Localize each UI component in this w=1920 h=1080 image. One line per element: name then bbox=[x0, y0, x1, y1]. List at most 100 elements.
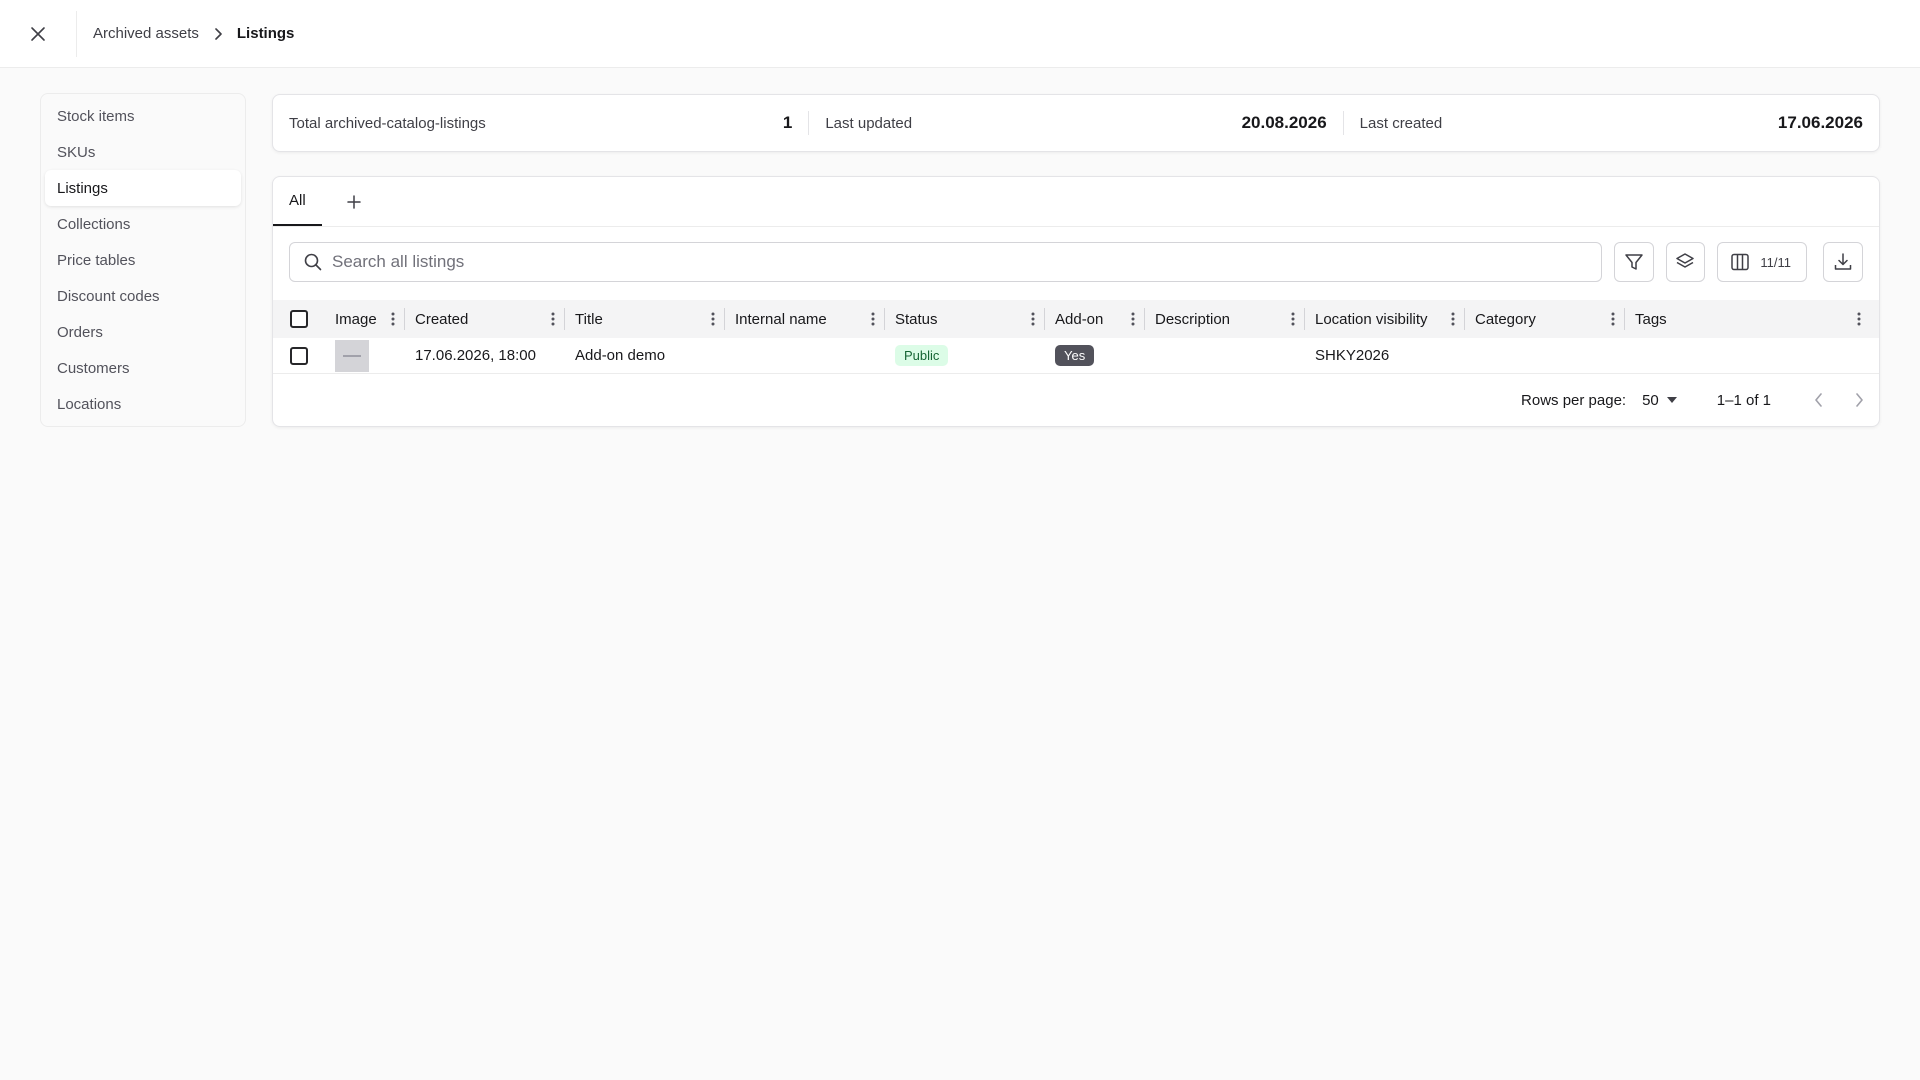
cell-image bbox=[325, 338, 405, 374]
close-button[interactable] bbox=[0, 0, 76, 68]
sidebar-item-listings[interactable]: Listings bbox=[45, 170, 241, 206]
stat-created-label: Last created bbox=[1359, 114, 1443, 132]
filter-button[interactable] bbox=[1613, 242, 1654, 282]
sidebar-item-collections[interactable]: Collections bbox=[45, 206, 241, 242]
stat-last-updated: Last updated 20.08.2026 bbox=[809, 95, 1342, 151]
column-header-label: Location visibility bbox=[1315, 310, 1428, 328]
sidebar-item-price-tables[interactable]: Price tables bbox=[45, 242, 241, 278]
columns-count: 11/11 bbox=[1760, 254, 1791, 270]
rows-per-page-select[interactable]: 50 bbox=[1642, 392, 1677, 409]
column-header-label: Title bbox=[575, 310, 603, 328]
filter-icon bbox=[1624, 254, 1643, 270]
column-header-description[interactable]: Description bbox=[1145, 300, 1305, 338]
more-vertical-icon[interactable] bbox=[1031, 312, 1035, 326]
more-vertical-icon[interactable] bbox=[711, 312, 715, 326]
cell-description bbox=[1145, 338, 1305, 374]
columns-button[interactable]: 11/11 bbox=[1717, 242, 1808, 282]
stat-total: Total archived-catalog-listings 1 bbox=[273, 95, 808, 151]
tab-all[interactable]: All bbox=[273, 177, 322, 226]
column-header-location-visibility[interactable]: Location visibility bbox=[1305, 300, 1465, 338]
stat-updated-label: Last updated bbox=[825, 114, 913, 132]
download-button[interactable] bbox=[1823, 242, 1864, 282]
listing-thumbnail bbox=[335, 339, 369, 372]
columns-icon bbox=[1731, 253, 1750, 271]
more-vertical-icon[interactable] bbox=[1451, 312, 1455, 326]
chevron-right-icon bbox=[213, 27, 223, 40]
previous-page-button[interactable] bbox=[1799, 380, 1839, 420]
breadcrumb-archived-assets[interactable]: Archived assets bbox=[93, 25, 199, 42]
select-all-cell bbox=[273, 310, 325, 328]
more-vertical-icon[interactable] bbox=[1611, 312, 1615, 326]
more-vertical-icon[interactable] bbox=[1131, 312, 1135, 326]
cell-status: Public bbox=[885, 338, 1045, 374]
caret-down-icon bbox=[1666, 397, 1677, 403]
sidebar-item-orders[interactable]: Orders bbox=[45, 314, 241, 350]
stat-updated-value: 20.08.2026 bbox=[1241, 113, 1327, 132]
rows-per-page-label: Rows per page: bbox=[1521, 391, 1627, 409]
cell-title: Add-on demo bbox=[575, 347, 666, 364]
column-header-label: Image bbox=[335, 310, 377, 328]
chevron-right-icon bbox=[1856, 393, 1863, 407]
more-vertical-icon[interactable] bbox=[1291, 312, 1295, 326]
search-input[interactable] bbox=[332, 252, 1532, 272]
column-header-label: Internal name bbox=[735, 310, 827, 328]
column-header-category[interactable]: Category bbox=[1465, 300, 1625, 338]
breadcrumb: Archived assets Listings bbox=[93, 25, 294, 42]
stats-card: Total archived-catalog-listings 1 Last u… bbox=[272, 94, 1880, 152]
cell-internal-name bbox=[725, 338, 885, 374]
sidebar-item-locations[interactable]: Locations bbox=[45, 386, 241, 422]
column-header-image[interactable]: Image bbox=[325, 300, 405, 338]
more-vertical-icon[interactable] bbox=[391, 312, 395, 326]
breadcrumb-current: Listings bbox=[236, 25, 295, 42]
cell-tags bbox=[1625, 338, 1871, 374]
pagination-range: 1–1 of 1 bbox=[1716, 391, 1771, 409]
more-vertical-icon[interactable] bbox=[871, 312, 875, 326]
cell-created: 17.06.2026, 18:00 bbox=[415, 347, 536, 364]
cell-location-visibility: SHKY2026 bbox=[1315, 347, 1390, 364]
tab-bar: All bbox=[273, 177, 1879, 227]
pagination: Rows per page: 50 1–1 of 1 bbox=[1521, 375, 1879, 425]
stat-created-value: 17.06.2026 bbox=[1777, 113, 1863, 132]
topbar-divider bbox=[76, 10, 77, 57]
add-tab-button[interactable] bbox=[334, 177, 374, 226]
listings-card: All Search all listings 11/11 Image Crea… bbox=[272, 176, 1880, 427]
sidebar-item-stock-items[interactable]: Stock items bbox=[45, 98, 241, 134]
sidebar-item-skus[interactable]: SKUs bbox=[45, 134, 241, 170]
column-header-label: Tags bbox=[1635, 310, 1667, 328]
chevron-left-icon bbox=[1815, 393, 1822, 407]
row-checkbox[interactable] bbox=[290, 346, 308, 365]
cell-category bbox=[1465, 338, 1625, 374]
column-header-add-on[interactable]: Add-on bbox=[1045, 300, 1145, 338]
sidebar: Stock items SKUs Listings Collections Pr… bbox=[40, 93, 246, 427]
layers-icon bbox=[1676, 253, 1695, 268]
column-header-label: Description bbox=[1155, 310, 1231, 328]
addon-badge: Yes bbox=[1055, 345, 1095, 366]
layers-button[interactable] bbox=[1665, 242, 1706, 282]
rows-per-page-value: 50 bbox=[1642, 391, 1659, 409]
table-header: Image Created Title Internal name Status… bbox=[273, 300, 1879, 338]
select-all-checkbox[interactable] bbox=[290, 310, 308, 328]
column-header-label: Status bbox=[895, 310, 938, 328]
table-toolbar: 11/11 bbox=[289, 242, 1864, 282]
close-icon bbox=[31, 26, 45, 41]
column-header-label: Created bbox=[415, 310, 469, 328]
table-row[interactable]: 17.06.2026, 18:00 Add-on demo Public Yes… bbox=[273, 338, 1879, 374]
row-select-cell bbox=[273, 346, 325, 365]
column-header-status[interactable]: Status bbox=[885, 300, 1045, 338]
more-vertical-icon[interactable] bbox=[1857, 312, 1861, 326]
sidebar-item-discount-codes[interactable]: Discount codes bbox=[45, 278, 241, 314]
column-header-created[interactable]: Created bbox=[405, 300, 565, 338]
search-icon bbox=[304, 253, 322, 271]
sidebar-item-customers[interactable]: Customers bbox=[45, 350, 241, 386]
cell-add-on: Yes bbox=[1045, 338, 1145, 374]
stat-total-value: 1 bbox=[782, 113, 793, 132]
column-header-tags[interactable]: Tags bbox=[1625, 300, 1871, 338]
next-page-button[interactable] bbox=[1839, 380, 1879, 420]
stat-last-created: Last created 17.06.2026 bbox=[1344, 95, 1879, 151]
more-vertical-icon[interactable] bbox=[551, 312, 555, 326]
column-header-internal-name[interactable]: Internal name bbox=[725, 300, 885, 338]
column-header-title[interactable]: Title bbox=[565, 300, 725, 338]
status-badge: Public bbox=[895, 345, 949, 366]
top-bar: Archived assets Listings bbox=[0, 0, 1920, 68]
column-header-label: Category bbox=[1475, 310, 1536, 328]
